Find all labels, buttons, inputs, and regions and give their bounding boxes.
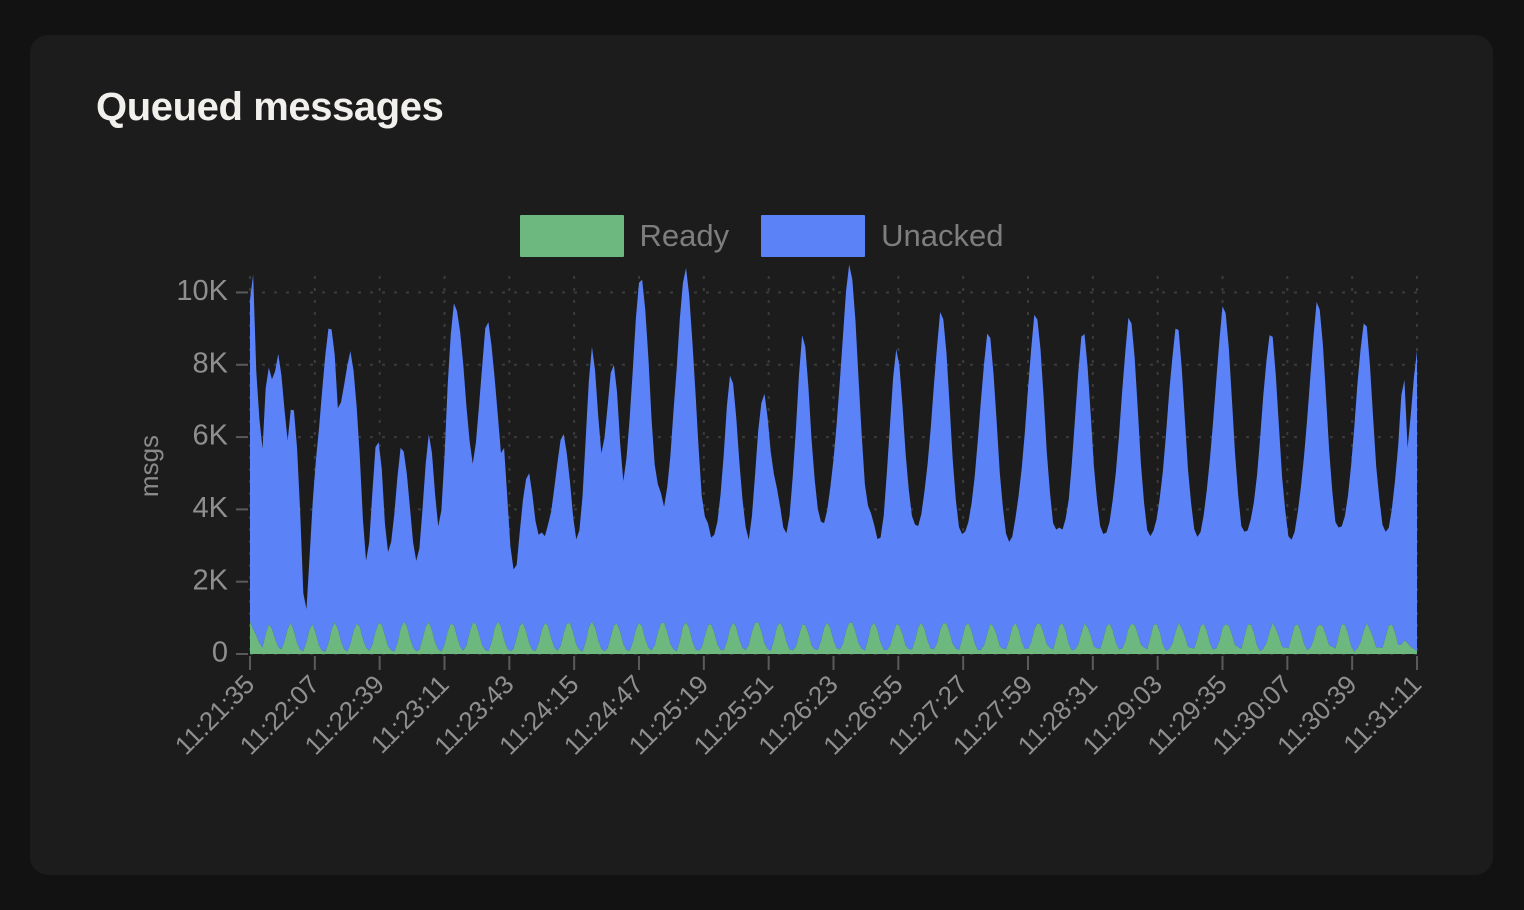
y-axis-tick-label: 6K — [193, 420, 229, 452]
queued-messages-card: Queued messages Ready Unacked 0 2K 4K 6K 8K 1… — [30, 35, 1493, 875]
screenshot-root: Queued messages Ready Unacked 0 2K 4K 6K 8K 1… — [0, 0, 1524, 910]
chart-area[interactable]: 0 2K 4K 6K 8K 10K msgs 11:21:35 11:22:07 11:22:39… — [30, 35, 1493, 875]
y-axis-tick-label: 0 — [212, 637, 228, 669]
y-axis-title: msgs — [134, 435, 164, 497]
y-axis-tick-label: 4K — [193, 492, 229, 524]
y-axis-tick-label: 2K — [193, 564, 229, 596]
y-axis-tick-label: 10K — [176, 275, 228, 307]
y-axis-tick-label: 8K — [193, 347, 229, 379]
stacked-area-chart[interactable]: 02K4K6K8K10Kmsgs11:21:3511:22:0711:22:39… — [30, 35, 1493, 875]
